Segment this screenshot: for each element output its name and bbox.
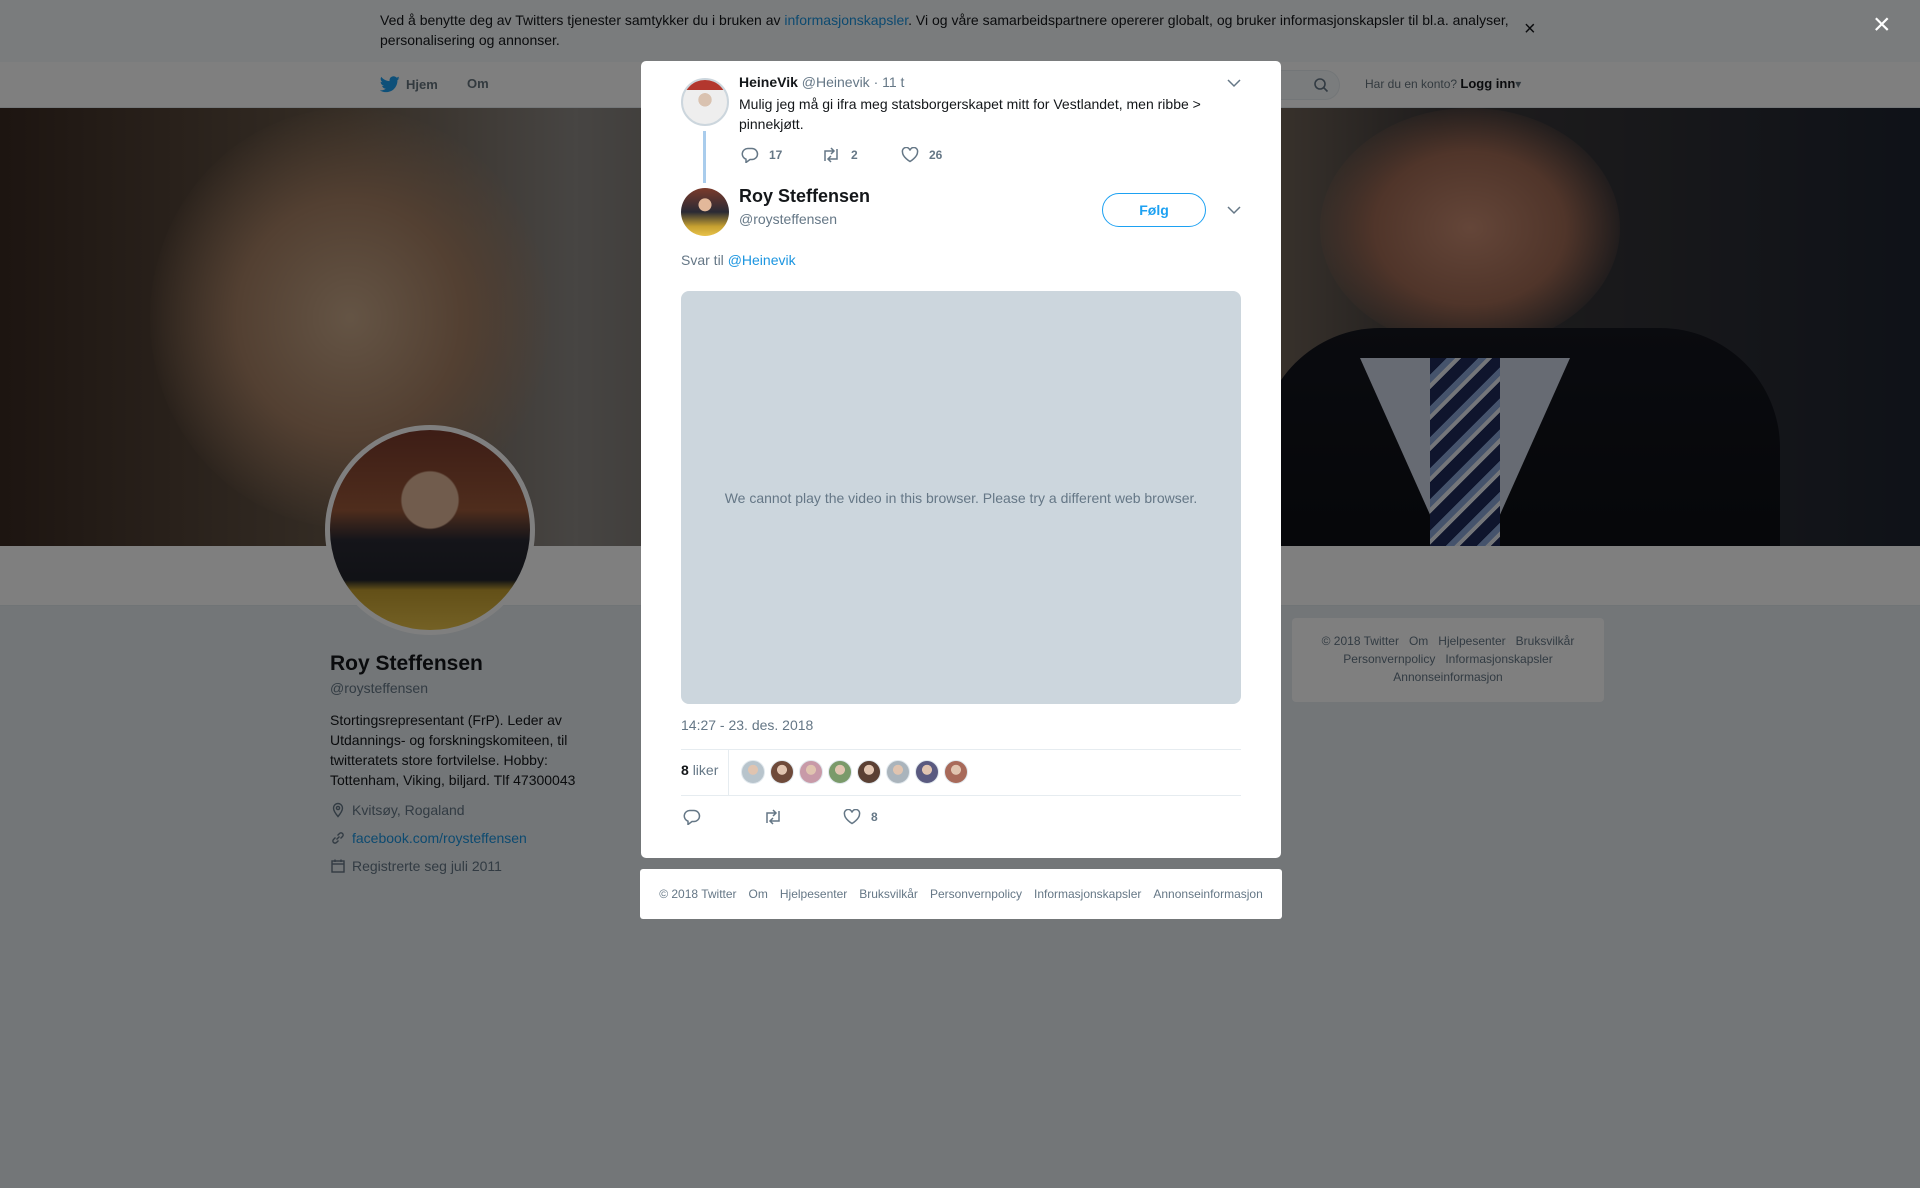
thread-connector: [703, 131, 706, 183]
reply-to-link[interactable]: @Heinevik: [728, 252, 796, 268]
footer-link[interactable]: Personvernpolicy: [930, 887, 1022, 901]
avatar[interactable]: [886, 760, 910, 784]
parent-tweet-text: Mulig jeg må gi ifra meg statsborgerskap…: [739, 96, 1201, 132]
footer-link[interactable]: Bruksvilkår: [859, 887, 918, 901]
tweet-modal: HeineVik @Heinevik · 11 t Mulig jeg må g…: [641, 61, 1281, 858]
footer-link[interactable]: © 2018 Twitter: [659, 887, 736, 901]
reply-icon: [683, 809, 701, 825]
parent-tweet-avatar[interactable]: [681, 78, 729, 126]
parent-tweet-name[interactable]: HeineVik: [739, 74, 798, 90]
footer-link[interactable]: Hjelpesenter: [780, 887, 847, 901]
footer-link[interactable]: Informasjonskapsler: [1034, 887, 1141, 901]
avatar[interactable]: [915, 760, 939, 784]
likes-summary: 8 liker: [681, 749, 1241, 796]
reply-button[interactable]: 17: [741, 147, 821, 163]
tweet-author-avatar[interactable]: [681, 188, 729, 236]
likes-count-link[interactable]: 8 liker: [681, 762, 718, 778]
reply-button[interactable]: [683, 809, 763, 825]
heart-icon: [843, 809, 861, 825]
tweet-author-name[interactable]: Roy Steffensen: [739, 186, 870, 207]
avatar[interactable]: [828, 760, 852, 784]
parent-tweet-header: HeineVik @Heinevik · 11 t: [739, 74, 904, 90]
parent-tweet-actions: 17 2 26: [741, 147, 981, 163]
tweet-timestamp[interactable]: 14:27 - 23. des. 2018: [681, 717, 813, 733]
chevron-down-icon[interactable]: [1227, 202, 1241, 218]
tweet-actions: 8: [683, 809, 923, 825]
parent-tweet-handle[interactable]: @Heinevik: [802, 74, 870, 90]
avatar[interactable]: [741, 760, 765, 784]
tweet-author-handle[interactable]: @roysteffensen: [739, 211, 837, 227]
heart-icon: [901, 147, 919, 163]
video-error-message: We cannot play the video in this browser…: [724, 489, 1198, 506]
video-player[interactable]: We cannot play the video in this browser…: [681, 291, 1241, 704]
footer-link[interactable]: Annonseinformasjon: [1153, 887, 1262, 901]
avatar[interactable]: [857, 760, 881, 784]
modal-footer: © 2018 Twitter Om Hjelpesenter Bruksvilk…: [640, 869, 1282, 919]
reply-icon: [741, 147, 759, 163]
liker-avatars: [741, 760, 968, 784]
avatar[interactable]: [770, 760, 794, 784]
avatar[interactable]: [944, 760, 968, 784]
retweet-button[interactable]: [763, 809, 843, 825]
like-button[interactable]: 26: [901, 147, 981, 163]
like-button[interactable]: 8: [843, 809, 923, 825]
retweet-button[interactable]: 2: [821, 147, 901, 163]
close-icon[interactable]: ×: [1873, 10, 1891, 40]
parent-tweet-time[interactable]: · 11 t: [874, 74, 905, 90]
retweet-icon: [766, 809, 780, 825]
chevron-down-icon[interactable]: [1227, 75, 1241, 91]
footer-link[interactable]: Om: [749, 887, 768, 901]
avatar[interactable]: [799, 760, 823, 784]
retweet-icon: [824, 147, 838, 163]
reply-to-context: Svar til @Heinevik: [681, 252, 796, 268]
follow-button[interactable]: Følg: [1102, 193, 1206, 227]
